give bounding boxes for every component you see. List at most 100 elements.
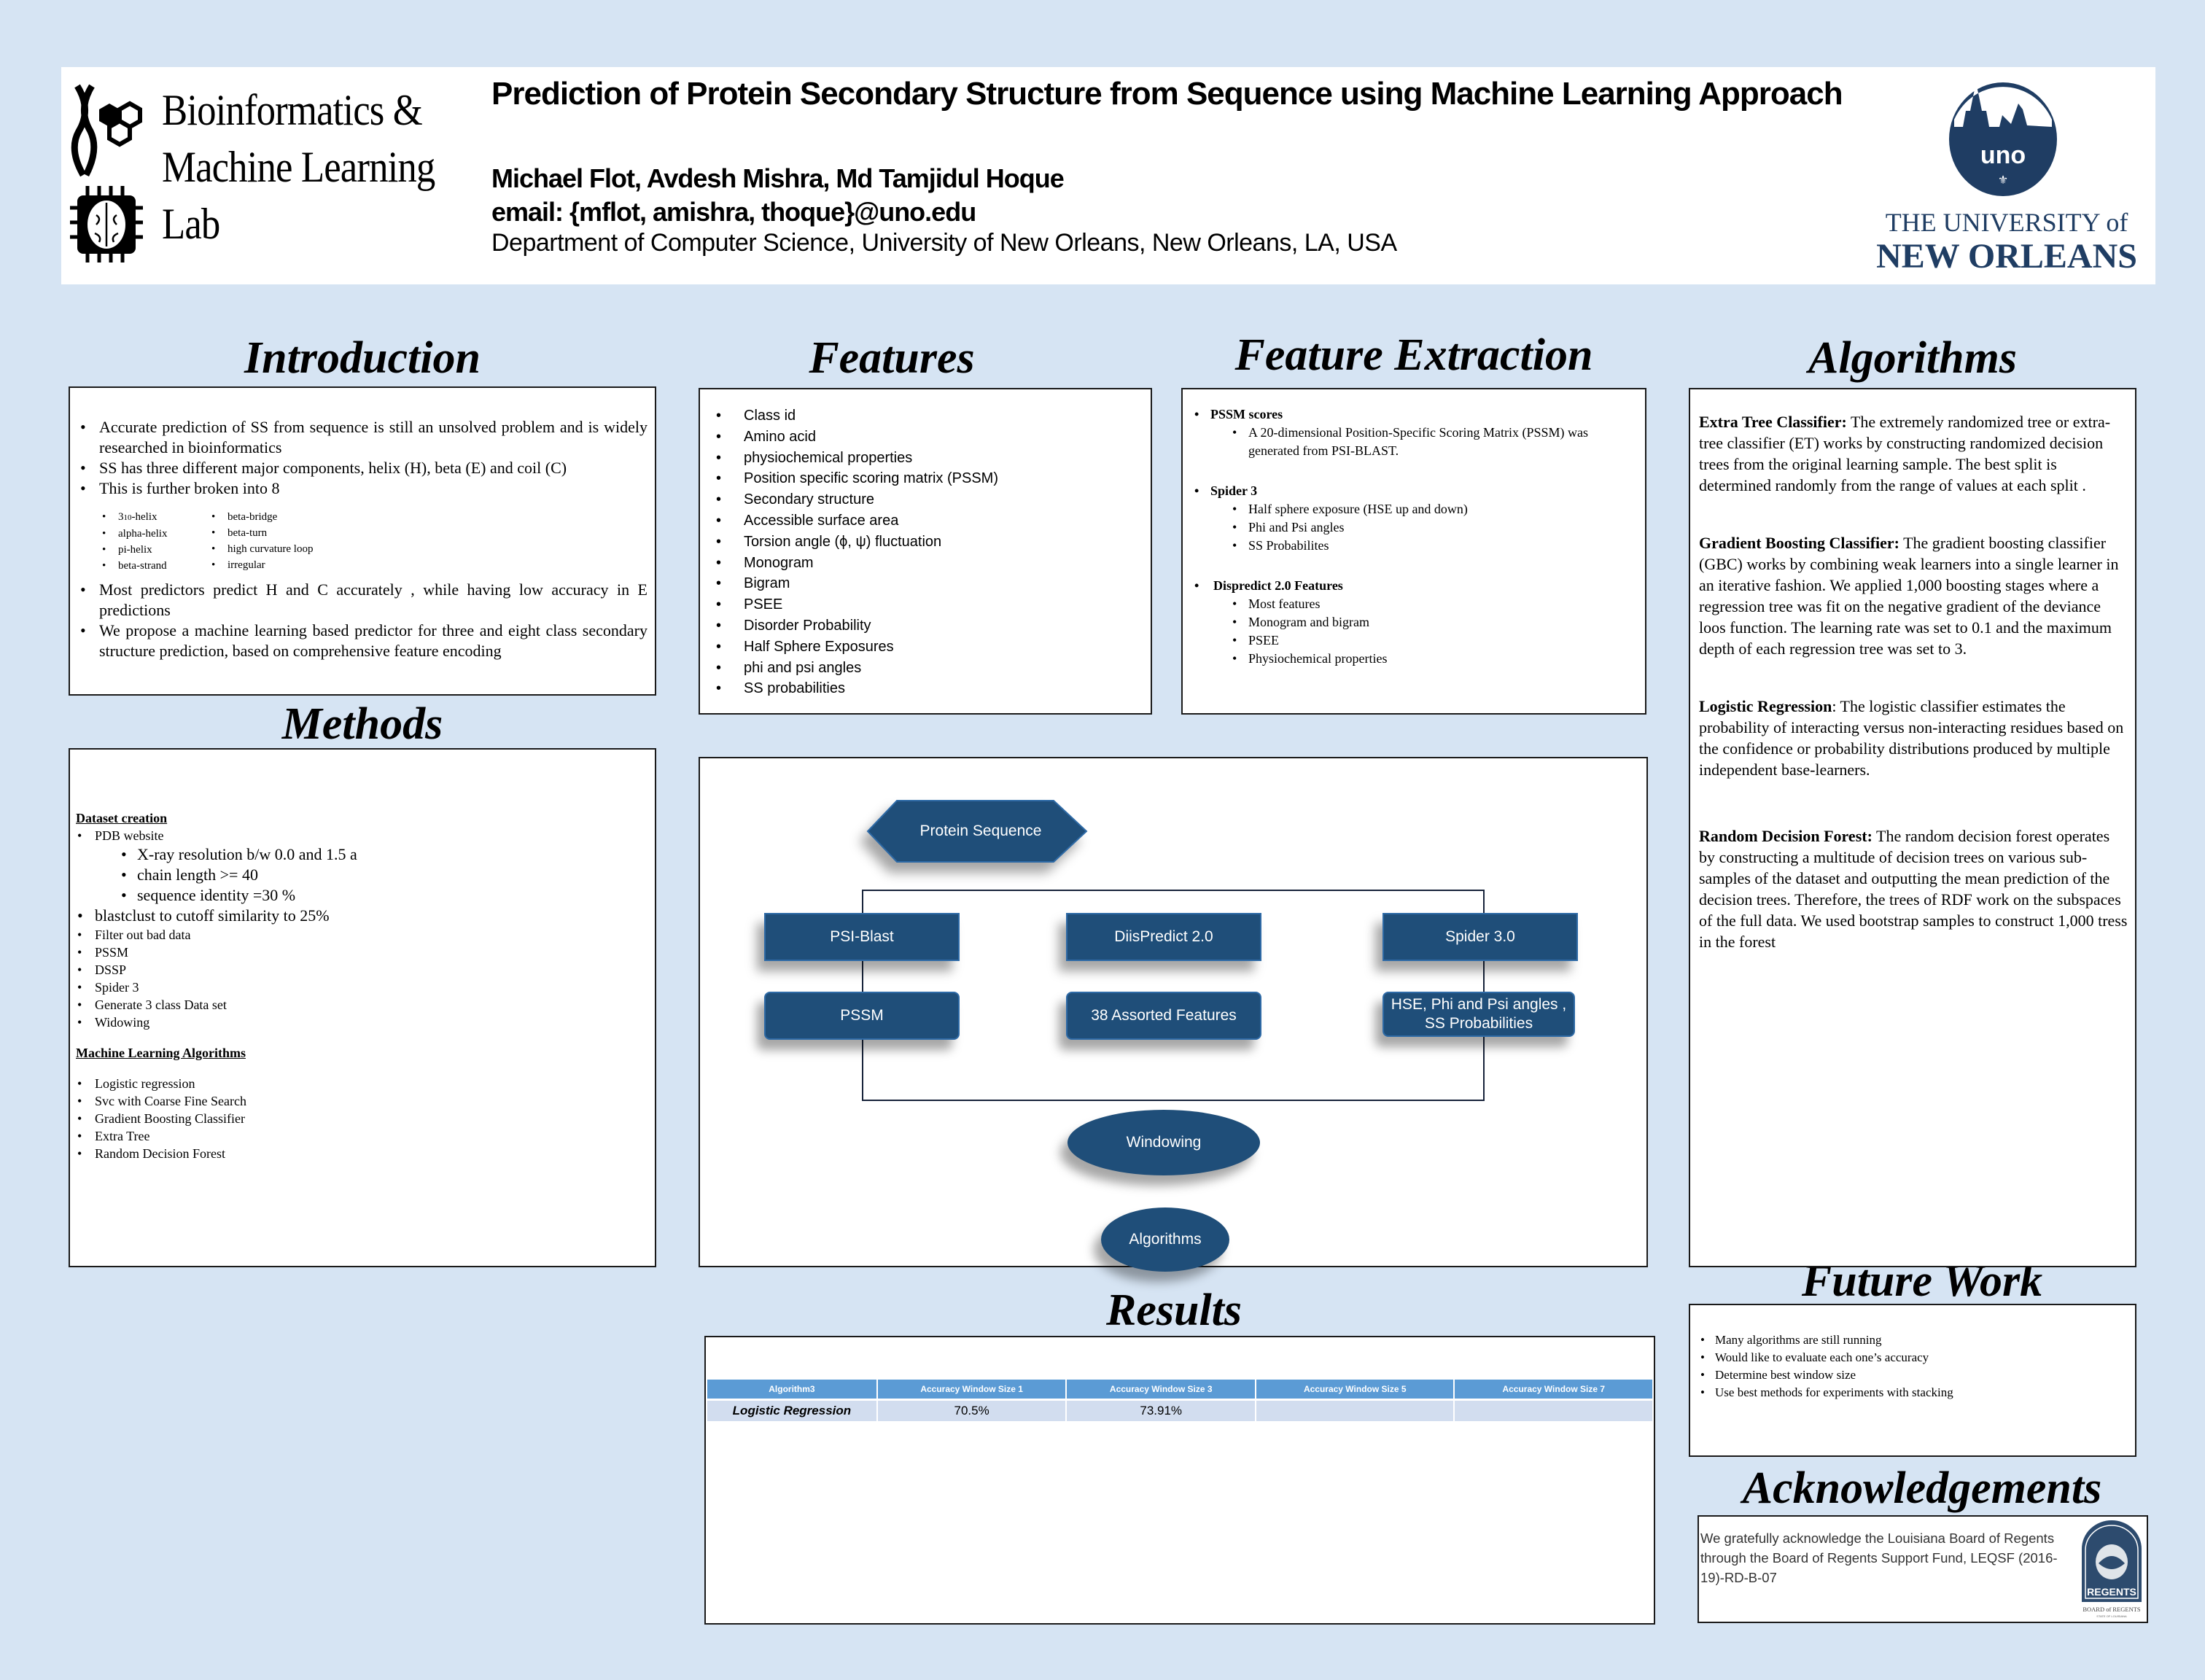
uno-seal-icon: uno ⚜ [1949, 82, 2057, 196]
fe-group-dispredict: Dispredict 2.0 Features Most features Mo… [1190, 577, 1638, 668]
list-item: Most predictors predict H and C accurate… [77, 580, 648, 621]
list-item: This is further broken into 8 [77, 478, 648, 499]
lab-logo-icon [70, 84, 143, 262]
node-windowing: Windowing [1068, 1110, 1260, 1175]
list-item: Secondary structure [707, 489, 1143, 510]
list-item: Gradient Boosting Classifier [76, 1110, 649, 1127]
uno-seal-text: uno [1980, 141, 2026, 169]
list-item: Class id [707, 405, 1143, 427]
eight-class-col2: beta-bridge beta-turn high curvature loo… [210, 509, 370, 574]
section-title-methods: Methods [281, 699, 443, 749]
university-name-line2: NEW ORLEANS [1876, 237, 2137, 276]
list-item: chain length >= 40 [76, 865, 649, 885]
list-item: Phi and Psi angles [1190, 518, 1638, 537]
lab-name-line: Machine Learning [162, 143, 435, 191]
algorithm-description: Gradient Boosting Classifier: The gradie… [1699, 532, 2128, 659]
list-item: Monogram [707, 553, 1143, 574]
node-spider-outputs: HSE, Phi and Psi angles , SS Probabiliti… [1382, 992, 1575, 1037]
list-item: beta-turn [210, 525, 370, 541]
list-item: alpha-helix [101, 526, 210, 542]
list-item: Spider 3 [76, 979, 649, 996]
fe-group-pssm: PSSM scores A 20-dimensional Position-Sp… [1190, 405, 1638, 460]
university-logo: uno ⚜ THE UNIVERSITY of NEW ORLEANS [1861, 77, 2152, 281]
algorithms-panel: Extra Tree Classifier: The extremely ran… [1689, 388, 2136, 1267]
table-cell: 73.91% [1067, 1401, 1256, 1421]
lab-name-line: Lab [162, 200, 220, 248]
algorithm-name: Extra Tree Classifier: [1699, 413, 1847, 431]
list-item: SS Probabilites [1190, 537, 1638, 555]
regents-logo-label: REGENTS [2087, 1586, 2136, 1598]
acknowledgement-text: We gratefully acknowledge the Louisiana … [1700, 1531, 2058, 1585]
algorithm-name: Gradient Boosting Classifier: [1699, 534, 1899, 552]
list-item: Use best methods for experiments with st… [1699, 1384, 2128, 1401]
poster-title: Prediction of Protein Secondary Structur… [491, 76, 1843, 112]
lab-name-line: Bioinformatics & [162, 86, 423, 134]
fe-group-title: Dispredict 2.0 Features [1190, 577, 1638, 595]
department: Department of Computer Science, Universi… [491, 229, 1397, 257]
list-item: Half sphere exposure (HSE up and down) [1190, 500, 1638, 518]
regents-logo-subcaption: STATE OF LOUISIANA [2096, 1614, 2127, 1618]
future-work-list: Many algorithms are still running Would … [1699, 1331, 2128, 1401]
table-cell: Logistic Regression [707, 1401, 876, 1421]
list-item: X-ray resolution b/w 0.0 and 1.5 a [76, 844, 649, 865]
algorithm-description: Random Decision Forest: The random decis… [1699, 825, 2128, 952]
list-item: A 20-dimensional Position-Specific Scori… [1190, 424, 1638, 460]
regents-logo-icon: REGENTS BOARD of REGENTS STATE OF LOUISI… [2082, 1520, 2142, 1618]
list-item: Bigram [707, 573, 1143, 594]
algorithm-name: Random Decision Forest: [1699, 827, 1872, 845]
section-title-features: Features [809, 333, 975, 383]
algorithm-text: The gradient boosting classifier (GBC) w… [1699, 534, 2119, 658]
list-item: PDB website [76, 827, 649, 844]
list-item: PSEE [1190, 631, 1638, 650]
features-panel: Class idAmino acidphysiochemical propert… [699, 388, 1152, 715]
list-item: DSSP [76, 961, 649, 979]
node-dispredict: DiisPredict 2.0 [1066, 913, 1261, 961]
dataset-steps: PDB website X-ray resolution b/w 0.0 and… [76, 827, 649, 1031]
introduction-panel: Accurate prediction of SS from sequence … [69, 386, 656, 696]
authors-block: Michael Flot, Avdesh Mishra, Md Tamjidul… [491, 162, 1065, 229]
algorithm-text: The random decision forest operates by c… [1699, 827, 2128, 951]
authors: Michael Flot, Avdesh Mishra, Md Tamjidul… [491, 163, 1065, 193]
list-item: Accurate prediction of SS from sequence … [77, 417, 648, 458]
node-psi-blast: PSI-Blast [764, 913, 960, 961]
list-item: high curvature loop [210, 541, 370, 557]
list-item: Would like to evaluate each one’s accura… [1699, 1349, 2128, 1366]
acknowledgements-panel: We gratefully acknowledge the Louisiana … [1698, 1515, 2148, 1623]
list-item: irregular [210, 557, 370, 573]
connector-line [862, 1100, 1485, 1101]
list-item: PSEE [707, 594, 1143, 615]
feature-extraction-panel: PSSM scores A 20-dimensional Position-Sp… [1181, 388, 1646, 715]
section-title-feature-extraction: Feature Extraction [1234, 330, 1593, 380]
fe-group-spider: Spider 3 Half sphere exposure (HSE up an… [1190, 482, 1638, 555]
node-assorted-features: 38 Assorted Features [1066, 992, 1261, 1040]
university-name-line1: THE UNIVERSITY of [1885, 208, 2128, 237]
list-item: Half Sphere Exposures [707, 637, 1143, 658]
list-item: Monogram and bigram [1190, 613, 1638, 631]
eight-class-list: 310-helix alpha-helix pi-helix beta-stra… [77, 499, 648, 580]
table-row: Logistic Regression 70.5% 73.91% [707, 1401, 1652, 1421]
list-item: We propose a machine learning based pred… [77, 621, 648, 661]
list-item: Position specific scoring matrix (PSSM) [707, 468, 1143, 489]
list-item: 310-helix [101, 509, 210, 526]
column-header: Accuracy Window Size 1 [877, 1380, 1066, 1401]
list-item: Disorder Probability [707, 615, 1143, 637]
list-item: Determine best window size [1699, 1366, 2128, 1384]
node-pssm: PSSM [764, 992, 960, 1040]
table-cell [1455, 1401, 1652, 1421]
list-item: PSSM [76, 944, 649, 961]
results-header-row: Algorithm3 Accuracy Window Size 1 Accura… [707, 1380, 1652, 1401]
email: email: {mflot, amishra, thoque}@uno.edu [491, 197, 976, 227]
column-header: Accuracy Window Size 5 [1256, 1380, 1454, 1401]
list-item: Random Decision Forest [76, 1145, 649, 1162]
table-cell [1256, 1401, 1454, 1421]
list-item: sequence identity =30 % [76, 885, 649, 906]
node-protein-sequence: Protein Sequence [919, 822, 1042, 839]
algorithm-name: Logistic Regression [1699, 697, 1832, 715]
features-list: Class idAmino acidphysiochemical propert… [707, 405, 1143, 699]
poster-header: Bioinformatics & Machine Learning Lab Pr… [61, 67, 2155, 284]
future-work-panel: Many algorithms are still running Would … [1689, 1304, 2136, 1457]
intro-bullets-bottom: Most predictors predict H and C accurate… [77, 580, 648, 661]
results-table: Algorithm3 Accuracy Window Size 1 Accura… [706, 1380, 1654, 1421]
list-item: Most features [1190, 595, 1638, 613]
list-item: Physiochemical properties [1190, 650, 1638, 668]
